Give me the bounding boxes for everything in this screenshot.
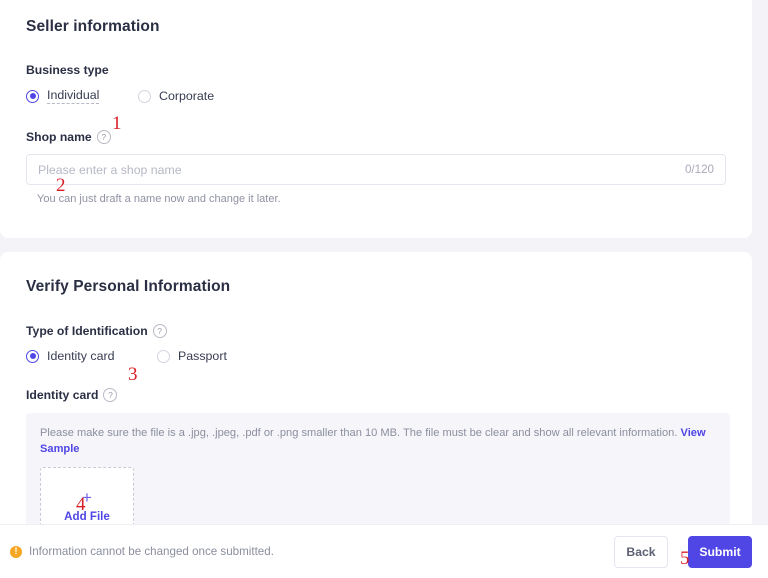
- radio-corporate-label: Corporate: [159, 89, 215, 103]
- radio-identity-card-dot[interactable]: [26, 349, 39, 363]
- add-file-button[interactable]: + Add File: [40, 467, 134, 524]
- verify-personal-information-card: Verify Personal Information Type of Iden…: [0, 252, 752, 524]
- radio-individual-label: Individual: [47, 88, 100, 104]
- radio-passport-label: Passport: [178, 349, 227, 363]
- verify-personal-information-title: Verify Personal Information: [26, 278, 231, 295]
- shop-name-label: Shop name ?: [26, 130, 726, 144]
- identification-type-radio-group[interactable]: Identity card Passport: [26, 349, 726, 363]
- footer-warning-note: ! Information cannot be changed once sub…: [10, 545, 274, 558]
- add-file-label: Add File: [64, 510, 110, 524]
- question-circle-icon[interactable]: ?: [152, 324, 167, 338]
- question-circle-icon[interactable]: ?: [103, 388, 118, 402]
- radio-passport[interactable]: Passport: [157, 349, 227, 363]
- plus-icon: +: [82, 488, 92, 508]
- identity-card-upload-note-text: Please make sure the file is a .jpg, .jp…: [40, 427, 678, 439]
- identity-card-label-text: Identity card: [26, 388, 99, 402]
- type-of-identification-label: Type of Identification ?: [26, 324, 726, 338]
- radio-passport-dot[interactable]: [157, 349, 170, 363]
- back-button[interactable]: Back: [614, 535, 668, 568]
- shop-name-label-text: Shop name: [26, 130, 92, 144]
- form-scroll-area[interactable]: Seller information Business type Individ…: [0, 0, 768, 524]
- radio-identity-card[interactable]: Identity card: [26, 349, 145, 363]
- radio-corporate[interactable]: Corporate: [138, 89, 214, 103]
- shop-name-input-placeholder: Please enter a shop name: [38, 162, 182, 177]
- footer-warning-text: Information cannot be changed once submi…: [29, 545, 274, 558]
- footer-actions: Back Submit: [614, 535, 752, 568]
- radio-individual[interactable]: Individual: [26, 88, 124, 104]
- seller-information-title: Seller information: [26, 18, 160, 35]
- radio-corporate-dot[interactable]: [138, 89, 151, 103]
- exclamation-circle-icon: !: [10, 545, 22, 558]
- identity-card-upload-panel: Please make sure the file is a .jpg, .jp…: [26, 413, 730, 524]
- submit-button[interactable]: Submit: [688, 535, 752, 568]
- shop-name-character-counter: 0/120: [684, 163, 714, 176]
- question-circle-icon[interactable]: ?: [96, 130, 111, 144]
- identity-card-upload-note: Please make sure the file is a .jpg, .jp…: [40, 426, 716, 457]
- radio-individual-dot[interactable]: [26, 89, 39, 103]
- shop-name-helper-text: You can just draft a name now and change…: [37, 193, 281, 205]
- type-of-identification-label-text: Type of Identification: [26, 324, 148, 338]
- identity-card-label: Identity card ?: [26, 388, 726, 402]
- business-type-label: Business type: [26, 63, 726, 77]
- shop-name-input[interactable]: Please enter a shop name 0/120: [26, 154, 726, 185]
- seller-information-card: Seller information Business type Individ…: [0, 0, 752, 238]
- form-footer-bar: ! Information cannot be changed once sub…: [0, 524, 768, 578]
- business-type-radio-group[interactable]: Individual Corporate: [26, 88, 726, 104]
- business-type-label-text: Business type: [26, 63, 109, 77]
- radio-identity-card-label: Identity card: [47, 349, 115, 363]
